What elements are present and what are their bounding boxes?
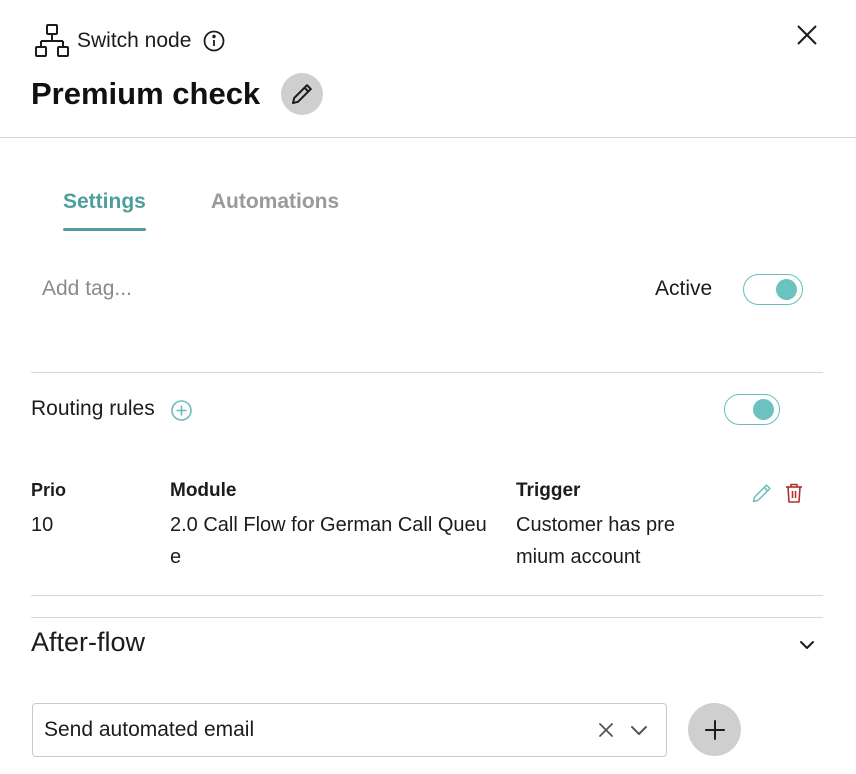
- after-flow-title[interactable]: After-flow: [31, 627, 145, 658]
- clear-icon[interactable]: [596, 720, 616, 740]
- rule-module: 2.0 Call Flow for German Call Queue: [170, 514, 487, 568]
- trash-icon[interactable]: [784, 482, 804, 504]
- column-header-module: Module: [170, 480, 237, 501]
- panel-header: Switch node Premium check: [0, 0, 856, 138]
- edit-title-button[interactable]: [281, 73, 323, 115]
- page-title: Premium check: [31, 76, 261, 111]
- tab-bar: Settings Automations: [63, 190, 339, 231]
- close-icon[interactable]: [794, 22, 820, 48]
- add-tag-input[interactable]: [42, 272, 342, 306]
- column-header-prio: Prio: [31, 480, 67, 500]
- toggle-knob: [776, 279, 797, 300]
- tab-settings[interactable]: Settings: [63, 190, 146, 231]
- divider: [31, 372, 823, 373]
- add-rule-icon[interactable]: [171, 400, 192, 421]
- node-type-label: Switch node: [77, 29, 192, 52]
- toggle-knob: [753, 399, 774, 420]
- routing-rules-label: Routing rules: [31, 397, 155, 420]
- tab-automations[interactable]: Automations: [211, 190, 339, 231]
- node-type-row: Switch node: [35, 23, 225, 59]
- edit-rule-icon[interactable]: [751, 482, 773, 504]
- routing-rules-toggle[interactable]: [724, 394, 780, 425]
- chevron-down-icon[interactable]: [628, 719, 650, 741]
- after-flow-select[interactable]: Send automated email: [32, 703, 667, 757]
- active-label: Active: [655, 277, 713, 300]
- divider: [31, 617, 823, 618]
- info-icon[interactable]: [203, 30, 225, 52]
- after-flow-selected-value: Send automated email: [44, 718, 255, 741]
- rule-prio: 10: [31, 514, 54, 536]
- column-header-trigger: Trigger: [516, 480, 581, 501]
- plus-icon: [704, 719, 725, 740]
- sitemap-icon: [35, 24, 69, 57]
- active-toggle[interactable]: [743, 274, 803, 305]
- chevron-down-icon[interactable]: [796, 634, 818, 656]
- divider: [31, 595, 823, 596]
- rule-trigger: Customer has premium account: [516, 514, 675, 568]
- add-after-flow-button[interactable]: [688, 703, 741, 756]
- pencil-icon: [292, 84, 312, 104]
